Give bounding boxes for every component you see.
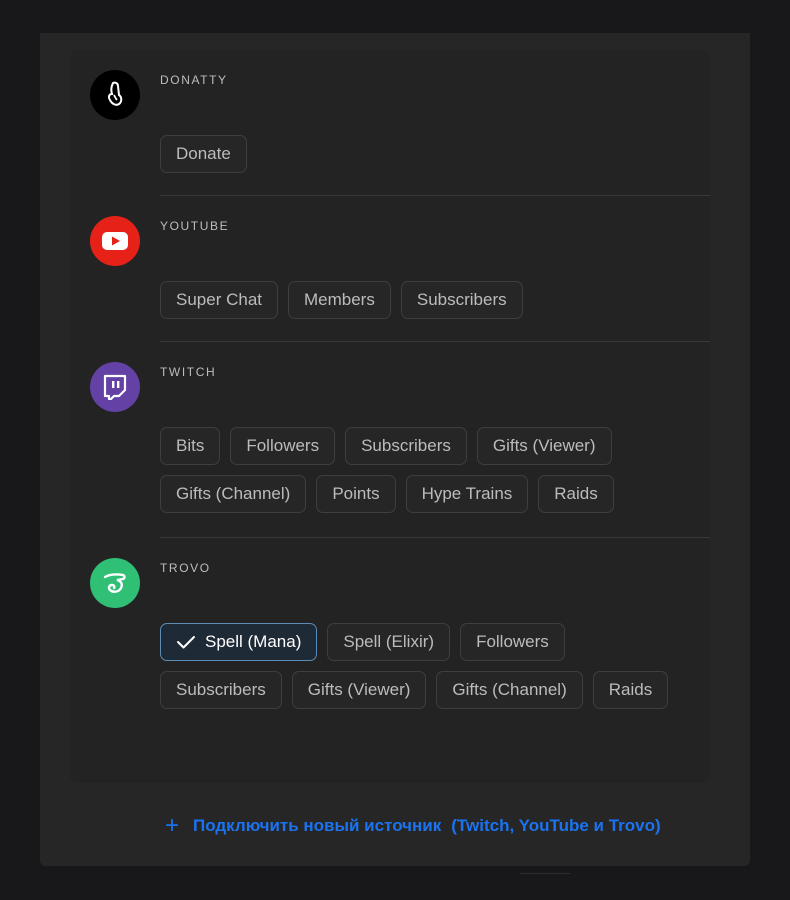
source-twitch: TWITCH Bits Followers Subscribers Gifts … — [70, 342, 710, 538]
event-chip-points[interactable]: Points — [316, 475, 396, 513]
chip-label: Super Chat — [176, 290, 262, 309]
checkmark-icon — [176, 634, 196, 650]
source-name: DONATTY — [160, 73, 228, 87]
event-chip-gifts-viewer[interactable]: Gifts (Viewer) — [291, 671, 427, 709]
chip-label: Members — [304, 290, 375, 309]
chip-label: Spell (Mana) — [205, 632, 302, 651]
event-chip-raids[interactable]: Raids — [538, 475, 614, 513]
youtube-play-icon — [90, 216, 140, 266]
event-chip-gifts-viewer[interactable]: Gifts (Viewer) — [476, 427, 612, 465]
add-source-label: Подключить новый источник — [193, 816, 442, 835]
event-chip-spell-mana[interactable]: Spell (Mana) — [160, 623, 318, 661]
chip-label: Subscribers — [361, 436, 451, 455]
chip-label: Gifts (Viewer) — [307, 680, 411, 699]
source-name: TROVO — [160, 561, 211, 575]
chip-label: Subscribers — [176, 680, 266, 699]
twitch-glitch-icon — [90, 362, 140, 412]
chip-label: Raids — [554, 484, 598, 503]
event-chips: Spell (Mana) Spell (Elixir) Followers Su… — [160, 623, 690, 709]
chip-label: Points — [332, 484, 380, 503]
source-youtube: YOUTUBE Super Chat Members Subscribers — [70, 196, 710, 342]
source-trovo: TROVO Spell (Mana) Spell (Elixir) Follow… — [70, 538, 710, 783]
chip-label: Bits — [176, 436, 205, 455]
event-chip-gifts-channel[interactable]: Gifts (Channel) — [436, 671, 583, 709]
chip-label: Donate — [176, 144, 231, 163]
donatty-hand-icon — [90, 70, 140, 120]
plus-icon: + — [165, 812, 180, 839]
event-chip-members[interactable]: Members — [288, 281, 391, 319]
event-chip-followers[interactable]: Followers — [230, 427, 336, 465]
event-chip-spell-elixir[interactable]: Spell (Elixir) — [327, 623, 451, 661]
chip-label: Followers — [246, 436, 320, 455]
add-source-platforms: (Twitch, YouTube и Trovo) — [451, 816, 661, 835]
chip-label: Gifts (Viewer) — [492, 436, 596, 455]
event-chip-subscribers[interactable]: Subscribers — [160, 671, 282, 709]
chip-label: Gifts (Channel) — [452, 680, 567, 699]
chip-label: Followers — [476, 632, 549, 651]
trovo-dragon-icon — [90, 558, 140, 608]
event-chip-gifts-channel[interactable]: Gifts (Channel) — [160, 475, 307, 513]
event-chips: Bits Followers Subscribers Gifts (Viewer… — [160, 427, 690, 513]
event-chip-hype-trains[interactable]: Hype Trains — [405, 475, 529, 513]
event-chip-donate[interactable]: Donate — [160, 135, 247, 173]
event-chip-subscribers[interactable]: Subscribers — [345, 427, 467, 465]
chip-label: Raids — [608, 680, 653, 699]
event-chips: Donate — [160, 135, 690, 173]
source-name: TWITCH — [160, 365, 217, 379]
divider — [520, 873, 570, 874]
chip-label: Subscribers — [416, 290, 507, 309]
chip-label: Hype Trains — [421, 484, 513, 503]
chip-label: Gifts (Channel) — [176, 484, 291, 503]
event-chips: Super Chat Members Subscribers — [160, 281, 690, 319]
event-chip-followers[interactable]: Followers — [460, 623, 565, 661]
event-chip-raids[interactable]: Raids — [592, 671, 669, 709]
event-chip-super-chat[interactable]: Super Chat — [160, 281, 278, 319]
sources-panel: DONATTY Donate YOUTUBE Super Chat Member… — [40, 33, 750, 866]
chip-label: Spell (Elixir) — [343, 632, 435, 651]
event-chip-subscribers[interactable]: Subscribers — [400, 281, 523, 319]
source-donatty: DONATTY Donate — [70, 50, 710, 196]
source-name: YOUTUBE — [160, 219, 230, 233]
event-chip-bits[interactable]: Bits — [160, 427, 221, 465]
add-source-link[interactable]: + Подключить новый источник (Twitch, You… — [165, 814, 661, 838]
sources-card: DONATTY Donate YOUTUBE Super Chat Member… — [70, 50, 710, 783]
